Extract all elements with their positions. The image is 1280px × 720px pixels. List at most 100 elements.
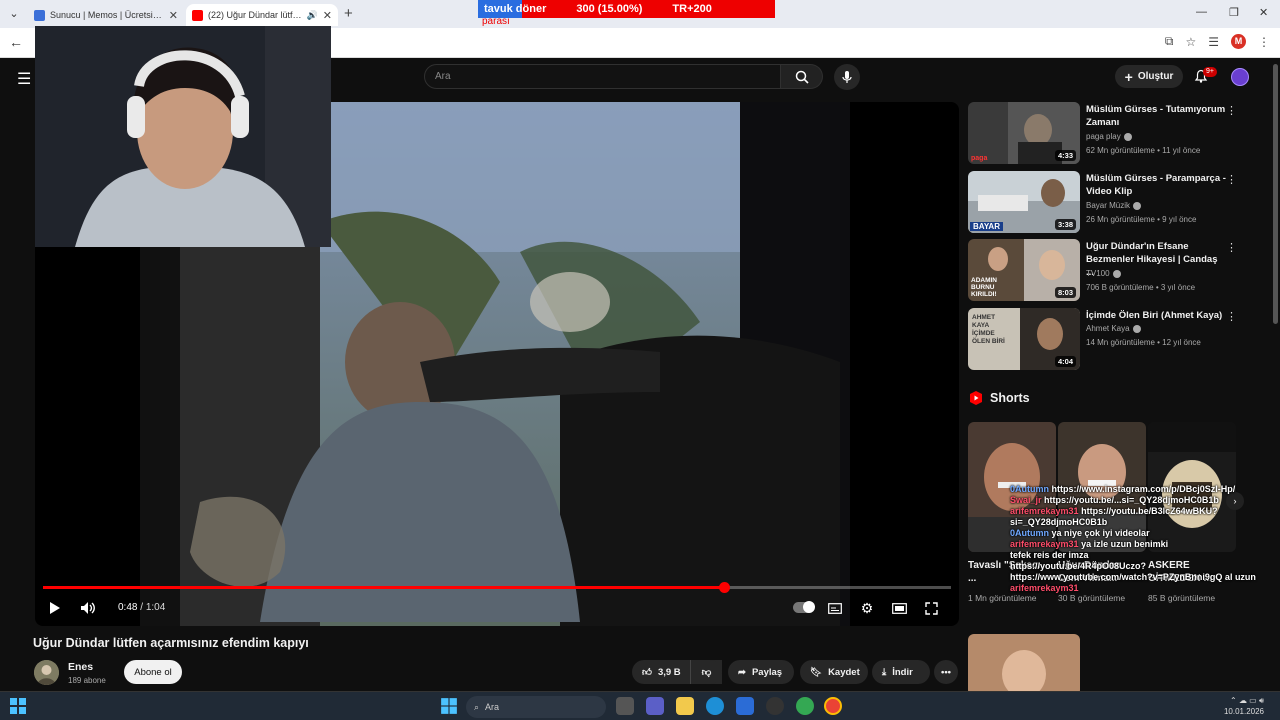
- tab-title: Sunucu | Memos | Ücretsiz Min: [50, 10, 164, 20]
- scrollbar-thumb[interactable]: [1273, 64, 1278, 324]
- dislike-button[interactable]: 👎︎: [690, 660, 722, 684]
- taskbar-search[interactable]: ⌕ Ara: [466, 696, 606, 718]
- tab-search-chevron-icon[interactable]: ⌄: [6, 6, 22, 22]
- theater-mode-icon[interactable]: [891, 600, 907, 616]
- channel-name-text: Bayar Müzik: [1086, 201, 1131, 210]
- captions-icon[interactable]: [827, 600, 843, 616]
- start-menu-icon[interactable]: [440, 697, 458, 715]
- play-button[interactable]: [47, 600, 63, 616]
- channel-name[interactable]: paga play: [1086, 132, 1132, 141]
- notification-count-badge: 9+: [1203, 67, 1217, 77]
- chat-text: https://www.instagram.com/p/DBcj0SzI-Hp/: [1051, 484, 1236, 494]
- video-title[interactable]: İçimde Ölen Biri (Ahmet Kaya): [1086, 309, 1226, 322]
- shorts-logo-icon: [970, 391, 982, 405]
- system-tray[interactable]: ⌃ ☁ ▭ 🔊︎ 10.01.2026: [1224, 695, 1264, 717]
- current-time: 0:48: [118, 602, 138, 613]
- recommendation-item[interactable]: paga 4:33 Müslüm Gürses - Tutamıyorum Za…: [968, 102, 1268, 164]
- browser-tab-1[interactable]: Sunucu | Memos | Ücretsiz Min ✕: [28, 4, 184, 26]
- reading-list-icon[interactable]: ☰: [1208, 35, 1219, 49]
- channel-avatar[interactable]: [34, 660, 59, 685]
- file-explorer-icon[interactable]: [676, 697, 694, 715]
- video-thumbnail[interactable]: paga 4:33: [968, 102, 1080, 164]
- video-thumbnail[interactable]: [968, 634, 1080, 696]
- browser-tab-2[interactable]: (22) Uğur Dündar lütfen aç 🔊 ✕: [186, 4, 338, 26]
- chat-user: arifemrekaym31: [1010, 539, 1079, 549]
- video-meta: 26 Mn görüntüleme • 9 yıl önce: [1086, 215, 1197, 224]
- save-button[interactable]: 🔖︎ Kaydet: [800, 660, 868, 684]
- thumbnail-label: ADAMIN BURNU KIRILDI!: [971, 277, 997, 298]
- recommendation-item[interactable]: AHMET KAYA İÇİMDE ÖLEN BİRİ 4:04 İçimde …: [968, 308, 1268, 370]
- subscribe-button[interactable]: Abone ol: [124, 660, 182, 684]
- settings-gear-icon[interactable]: ⚙: [859, 600, 875, 616]
- hamburger-menu-icon[interactable]: ☰: [17, 69, 31, 89]
- thumbs-up-icon: 👍︎: [642, 667, 652, 678]
- browser-menu-icon[interactable]: ⋮: [1258, 35, 1270, 49]
- channel-name[interactable]: Bayar Müzik: [1086, 201, 1142, 210]
- autoplay-toggle[interactable]: [793, 601, 815, 613]
- tab-close-icon[interactable]: ✕: [323, 9, 332, 22]
- teams-icon[interactable]: [646, 697, 664, 715]
- more-vertical-icon[interactable]: ⋮: [1226, 173, 1237, 186]
- download-button[interactable]: ⤓ İndir: [872, 660, 930, 684]
- bookmark-star-icon[interactable]: ☆: [1185, 35, 1196, 49]
- chat-text: ya izle uzun benimki: [1081, 539, 1169, 549]
- recommendation-item[interactable]: BAYAR 3:38 Müslüm Gürses - Paramparça - …: [968, 171, 1268, 233]
- install-app-icon[interactable]: ⧉: [1165, 34, 1174, 49]
- store-icon[interactable]: [736, 697, 754, 715]
- chat-user: 0Autumn: [1010, 528, 1049, 538]
- video-title[interactable]: Müslüm Gürses - Tutamıyorum Zamanı: [1086, 103, 1226, 129]
- browser-tab-bar: ⌄ Sunucu | Memos | Ücretsiz Min ✕ (22) U…: [0, 0, 1280, 28]
- tray-date: 10.01.2026: [1223, 707, 1264, 716]
- tab-close-icon[interactable]: ✕: [169, 9, 178, 22]
- new-tab-icon[interactable]: +: [344, 5, 353, 22]
- app-icon[interactable]: [766, 697, 784, 715]
- webcam-image: [35, 26, 331, 247]
- chat-message: 0Autumn https://www.instagram.com/p/DBcj…: [1010, 484, 1280, 495]
- maximize-icon[interactable]: ❐: [1229, 6, 1239, 19]
- window-close-icon[interactable]: ✕: [1259, 6, 1268, 19]
- channel-name[interactable]: Enes: [68, 661, 93, 673]
- search-button[interactable]: [781, 64, 823, 89]
- stream-chat-overlay: 0Autumn https://www.instagram.com/p/DBcj…: [1010, 484, 1280, 594]
- chrome-active-icon[interactable]: [824, 697, 842, 715]
- search-input[interactable]: Ara: [424, 64, 781, 89]
- share-button[interactable]: ➦ Paylaş: [728, 660, 794, 684]
- create-button[interactable]: + Oluştur: [1115, 65, 1183, 88]
- recommendation-item[interactable]: ADAMIN BURNU KIRILDI! 8:03 Uğur Dündar'ı…: [968, 239, 1268, 301]
- chrome-icon[interactable]: [796, 697, 814, 715]
- time-display: 0:48 / 1:04: [118, 602, 165, 613]
- back-arrow-icon[interactable]: ←: [9, 34, 23, 50]
- task-view-icon[interactable]: [616, 697, 634, 715]
- tab-audio-icon[interactable]: 🔊: [307, 10, 318, 21]
- volume-button[interactable]: [79, 600, 97, 616]
- video-meta: 62 Mn görüntüleme • 11 yıl önce: [1086, 146, 1201, 155]
- progress-scrubber[interactable]: [719, 582, 730, 593]
- channel-name[interactable]: Ahmet Kaya: [1086, 324, 1141, 333]
- video-thumbnail[interactable]: AHMET KAYA İÇİMDE ÖLEN BİRİ 4:04: [968, 308, 1080, 370]
- more-vertical-icon[interactable]: ⋮: [1226, 241, 1237, 254]
- verified-badge-icon: [1123, 132, 1132, 141]
- channel-name[interactable]: TV100: [1086, 269, 1121, 278]
- fullscreen-icon[interactable]: [923, 600, 939, 616]
- video-thumbnail[interactable]: ADAMIN BURNU KIRILDI! 8:03: [968, 239, 1080, 301]
- more-vertical-icon[interactable]: ⋮: [1226, 104, 1237, 117]
- voice-search-button[interactable]: [834, 64, 860, 90]
- more-actions-button[interactable]: •••: [934, 660, 958, 684]
- video-meta: 14 Mn görüntüleme • 12 yıl önce: [1086, 338, 1201, 347]
- video-thumbnail[interactable]: BAYAR 3:38: [968, 171, 1080, 233]
- tab-favicon-icon: [34, 9, 45, 21]
- search-icon: ⌕: [474, 701, 480, 712]
- video-title[interactable]: Müslüm Gürses - Paramparça - Video Klip: [1086, 172, 1226, 198]
- windows-start-icon[interactable]: [10, 698, 26, 714]
- progress-bar[interactable]: [43, 582, 951, 593]
- page-scrollbar[interactable]: [1271, 58, 1280, 688]
- more-vertical-icon[interactable]: ⋮: [1226, 310, 1237, 323]
- edge-icon[interactable]: [706, 697, 724, 715]
- tray-icons[interactable]: ⌃ ☁ ▭ 🔊︎: [1224, 695, 1264, 706]
- tab-title: (22) Uğur Dündar lütfen aç: [208, 10, 302, 20]
- video-duration: 3:38: [1054, 219, 1076, 230]
- minimize-icon[interactable]: —: [1196, 6, 1207, 18]
- account-avatar[interactable]: [1231, 68, 1249, 86]
- recommendation-item-partial[interactable]: [968, 634, 1268, 696]
- profile-avatar[interactable]: M: [1231, 34, 1246, 49]
